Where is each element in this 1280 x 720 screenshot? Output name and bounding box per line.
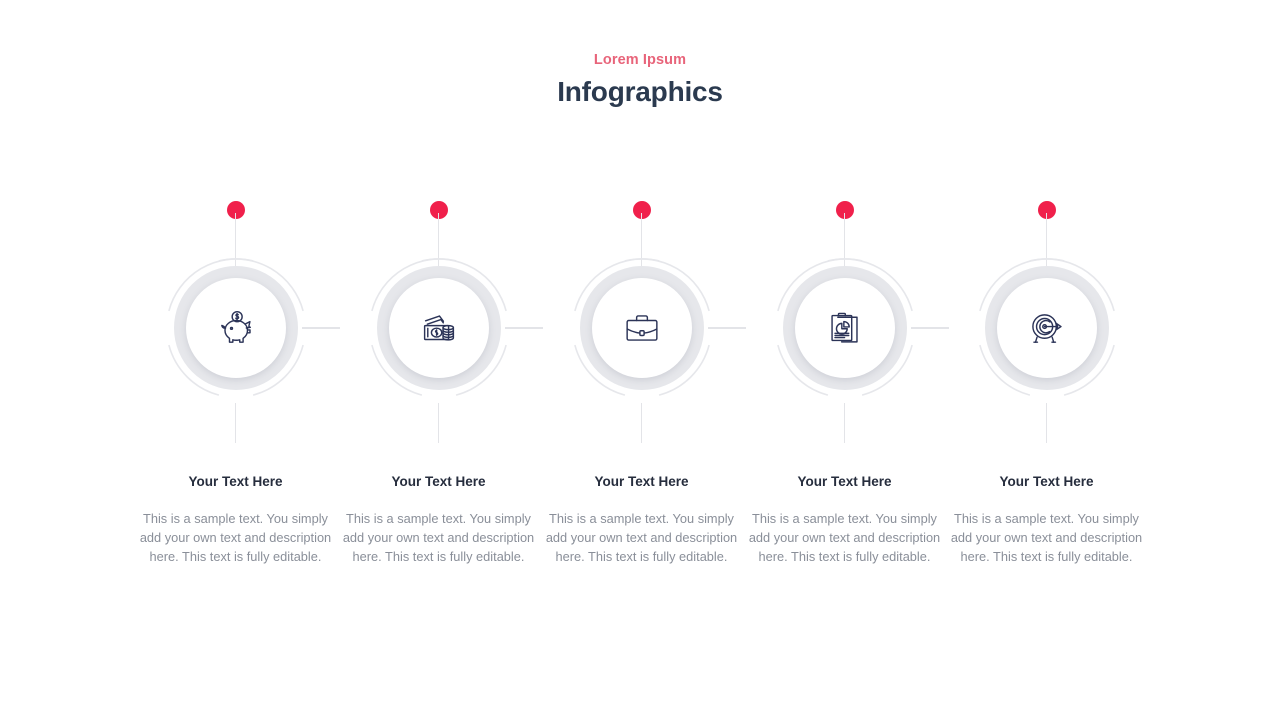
step-badge-1[interactable] [158, 250, 314, 406]
infographic-steps: Your Text Here This is a sample text. Yo… [0, 0, 1280, 720]
step-body-4: This is a sample text. You simply add yo… [748, 510, 941, 564]
stem-bottom-line [843, 403, 846, 443]
step-body-1: This is a sample text. You simply add yo… [139, 510, 332, 564]
stem-bottom-line [234, 403, 237, 443]
step-title-5: Your Text Here [999, 474, 1094, 489]
step-badge-2[interactable] [361, 250, 517, 406]
step-body-2: This is a sample text. You simply add yo… [342, 510, 535, 564]
cash-coins-icon [423, 315, 454, 341]
step-connector-line [708, 327, 746, 329]
step-body-5: This is a sample text. You simply add yo… [950, 510, 1143, 564]
step-badge-3[interactable] [564, 250, 720, 406]
step-badge-5[interactable] [969, 250, 1125, 406]
step-item-3[interactable]: Your Text Here This is a sample text. Yo… [540, 195, 746, 595]
step-connector-line [302, 327, 340, 329]
stem-bottom-line [1045, 403, 1048, 443]
badge-inner-circle [591, 278, 692, 378]
badge-inner-circle [388, 278, 489, 378]
step-item-2[interactable]: Your Text Here This is a sample text. Yo… [337, 195, 543, 595]
piggy-bank-icon [220, 310, 251, 343]
badge-inner-circle [996, 278, 1097, 378]
step-title-2: Your Text Here [391, 474, 486, 489]
badge-inner-circle [185, 278, 286, 378]
step-title-4: Your Text Here [797, 474, 892, 489]
report-pie-chart-icon [830, 312, 858, 343]
step-item-1[interactable]: Your Text Here This is a sample text. Yo… [134, 195, 340, 595]
step-item-5[interactable]: Your Text Here This is a sample text. Yo… [945, 195, 1148, 595]
step-connector-line [505, 327, 543, 329]
step-caption-1: Your Text Here This is a sample text. Yo… [134, 473, 337, 566]
step-item-4[interactable]: Your Text Here This is a sample text. Yo… [743, 195, 949, 595]
step-title-3: Your Text Here [594, 474, 689, 489]
step-body-3: This is a sample text. You simply add yo… [545, 510, 738, 564]
step-connector-line [911, 327, 949, 329]
badge-inner-circle [794, 278, 895, 378]
stem-bottom-line [640, 403, 643, 443]
step-caption-4: Your Text Here This is a sample text. Yo… [743, 473, 946, 566]
briefcase-icon [625, 315, 658, 341]
target-arrow-icon [1031, 314, 1062, 343]
step-caption-5: Your Text Here This is a sample text. Yo… [945, 473, 1148, 566]
step-title-1: Your Text Here [188, 474, 283, 489]
stem-bottom-line [437, 403, 440, 443]
step-caption-3: Your Text Here This is a sample text. Yo… [540, 473, 743, 566]
step-caption-2: Your Text Here This is a sample text. Yo… [337, 473, 540, 566]
step-badge-4[interactable] [767, 250, 923, 406]
